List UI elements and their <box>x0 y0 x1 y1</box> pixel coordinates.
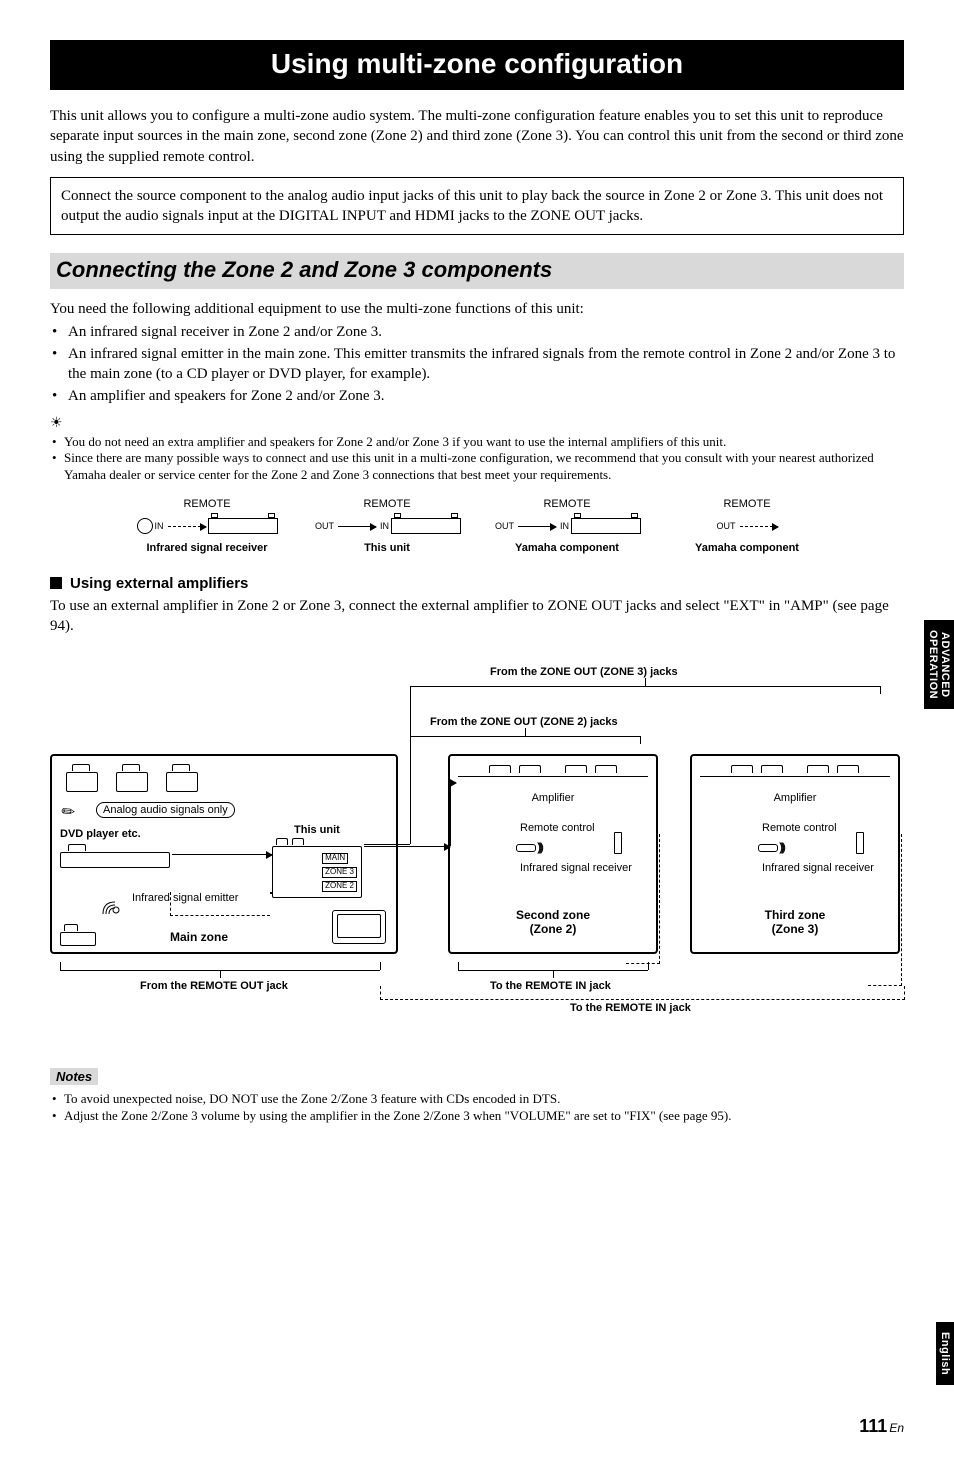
main-zone-label: Main zone <box>170 930 228 944</box>
in-label: IN <box>380 521 389 531</box>
source-component-icon <box>60 924 96 946</box>
label-zone2-jacks: From the ZONE OUT (ZONE 2) jacks <box>430 716 618 728</box>
diagram-caption: Yamaha component <box>657 542 837 555</box>
notes-list: To avoid unexpected noise, DO NOT use th… <box>50 1091 904 1125</box>
unit-box-icon <box>208 518 278 534</box>
ir-receiver-icon <box>137 518 153 534</box>
amplifier-zone3-icon: Amplifier <box>700 764 890 798</box>
remote-chain-diagram: REMOTE IN REMOTE OUT IN REMOTE OUT <box>117 498 837 555</box>
section-heading: Connecting the Zone 2 and Zone 3 compone… <box>50 253 904 289</box>
dvd-label: DVD player etc. <box>60 828 141 840</box>
tip-icon: ☀ <box>50 415 904 432</box>
remote-label: REMOTE <box>363 498 410 510</box>
amplifier-label: Amplifier <box>700 792 890 804</box>
diagram-caption: This unit <box>297 542 477 555</box>
list-item: You do not need an extra amplifier and s… <box>50 434 904 451</box>
ir-emitter-icon <box>100 894 130 919</box>
remote-label: REMOTE <box>543 498 590 510</box>
speaker-icon <box>116 764 148 792</box>
arrow-solid-icon <box>338 526 376 527</box>
list-item: Adjust the Zone 2/Zone 3 volume by using… <box>50 1108 904 1125</box>
remote-label-z2: Remote control <box>520 822 595 834</box>
side-tab-advanced: ADVANCED OPERATION <box>924 620 954 709</box>
list-item: An infrared signal receiver in Zone 2 an… <box>50 322 904 342</box>
zone2-tag: ZONE 2 <box>322 881 357 892</box>
ir-receiver-label-z2: Infrared signal receiver <box>520 862 632 875</box>
remote-icon: )))) <box>758 840 783 855</box>
list-item: To avoid unexpected noise, DO NOT use th… <box>50 1091 904 1108</box>
in-label: IN <box>155 521 164 531</box>
equipment-list: An infrared signal receiver in Zone 2 an… <box>50 322 904 407</box>
label-zone3-jacks: From the ZONE OUT (ZONE 3) jacks <box>490 666 678 678</box>
arrow-solid-icon <box>518 526 556 527</box>
unit-box-icon <box>571 518 641 534</box>
dvd-player-icon <box>60 844 170 868</box>
side-tab-english: English <box>936 1322 954 1385</box>
remote-label: REMOTE <box>723 498 770 510</box>
analog-audio-bubble: Analog audio signals only <box>96 802 235 818</box>
display-icon <box>332 910 386 944</box>
out-label: OUT <box>717 521 736 531</box>
subsection-heading: Using external amplifiers <box>50 575 904 592</box>
amplifier-label: Amplifier <box>458 792 648 804</box>
speaker-icon <box>166 764 198 792</box>
page-number: 111En <box>859 1416 904 1437</box>
ir-receiver-icon <box>856 832 864 854</box>
tip-list: You do not need an extra amplifier and s… <box>50 434 904 485</box>
square-bullet-icon <box>50 577 62 589</box>
out-label: OUT <box>315 521 334 531</box>
zone3-tag: ZONE 3 <box>322 867 357 878</box>
notes-heading: Notes <box>50 1068 98 1085</box>
unit-box-icon <box>391 518 461 534</box>
remote-icon: )))) <box>516 840 541 855</box>
page-title: Using multi-zone configuration <box>50 40 904 90</box>
ir-receiver-label-z3: Infrared signal receiver <box>762 862 874 875</box>
diagram-caption: Yamaha component <box>477 542 657 555</box>
intro-paragraph: This unit allows you to configure a mult… <box>50 106 904 167</box>
speaker-icon <box>66 764 98 792</box>
list-item: An infrared signal emitter in the main z… <box>50 344 904 385</box>
amplifier-zone2-icon: Amplifier <box>458 764 648 798</box>
subsection-title: Using external amplifiers <box>70 575 248 592</box>
boxed-note: Connect the source component to the anal… <box>50 177 904 236</box>
to-remote-in-label-z3: To the REMOTE IN jack <box>570 1002 691 1014</box>
from-remote-out-label: From the REMOTE OUT jack <box>140 980 288 992</box>
out-label: OUT <box>495 521 514 531</box>
equipment-intro: You need the following additional equipm… <box>50 299 904 319</box>
list-item: An amplifier and speakers for Zone 2 and… <box>50 386 904 406</box>
main-tag: MAIN <box>322 853 348 864</box>
list-item: Since there are many possible ways to co… <box>50 450 904 484</box>
remote-label-z3: Remote control <box>762 822 837 834</box>
multizone-diagram: From the ZONE OUT (ZONE 3) jacks From th… <box>50 646 904 1046</box>
remote-label: REMOTE <box>183 498 230 510</box>
this-unit-icon: MAIN ZONE 3 ZONE 2 <box>272 838 362 898</box>
subsection-text: To use an external amplifier in Zone 2 o… <box>50 596 904 637</box>
arrow-dashed-icon <box>168 526 206 527</box>
ir-receiver-icon <box>614 832 622 854</box>
this-unit-label: This unit <box>294 824 340 836</box>
in-label: IN <box>560 521 569 531</box>
arrow-dashed-icon <box>740 526 778 527</box>
diagram-caption: Infrared signal receiver <box>117 542 297 555</box>
